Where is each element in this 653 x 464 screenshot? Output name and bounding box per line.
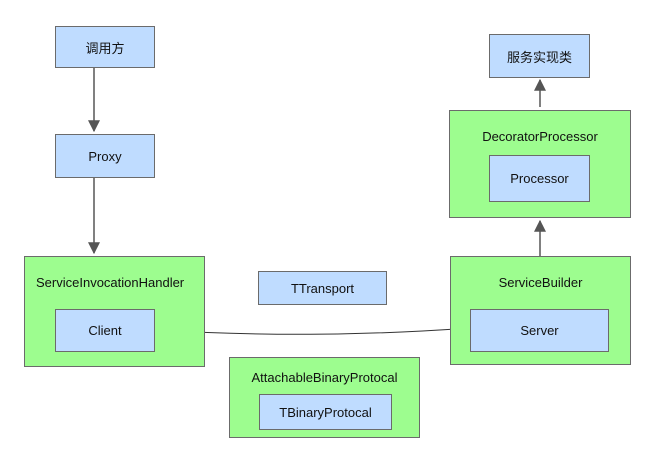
decorator-processor-label: DecoratorProcessor bbox=[482, 129, 598, 144]
service-builder-label: ServiceBuilder bbox=[498, 275, 583, 290]
service-invocation-handler-label: ServiceInvocationHandler bbox=[36, 275, 185, 290]
proxy-label: Proxy bbox=[88, 148, 122, 164]
client-box: Client bbox=[55, 309, 155, 352]
tbinary-protocal-box: TBinaryProtocal bbox=[259, 394, 392, 430]
client-label: Client bbox=[88, 323, 122, 338]
proxy-box: Proxy bbox=[55, 134, 155, 178]
caller-label: 调用方 bbox=[85, 40, 125, 56]
ttransport-label: TTransport bbox=[290, 280, 355, 296]
processor-box: Processor bbox=[489, 155, 590, 202]
service-impl-label: 服务实现类 bbox=[506, 49, 572, 65]
caller-box: 调用方 bbox=[55, 26, 155, 68]
attachable-binary-protocal-label: AttachableBinaryProtocal bbox=[251, 370, 398, 385]
processor-label: Processor bbox=[510, 171, 569, 186]
tbinary-protocal-label: TBinaryProtocal bbox=[279, 404, 372, 420]
server-box: Server bbox=[470, 309, 609, 352]
server-label: Server bbox=[520, 323, 559, 338]
service-impl-box: 服务实现类 bbox=[489, 34, 590, 78]
ttransport-box: TTransport bbox=[258, 271, 387, 305]
